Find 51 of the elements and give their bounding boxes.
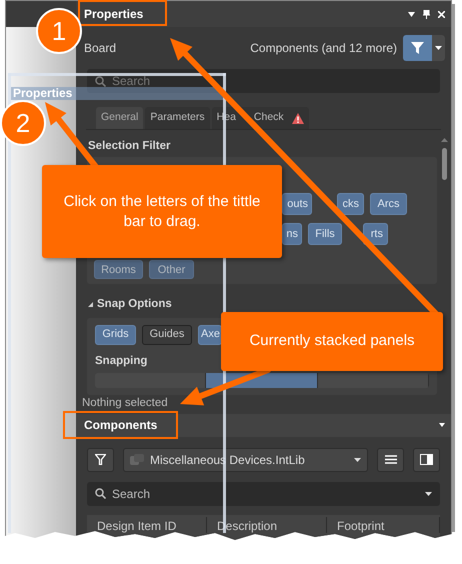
filter-toggle[interactable]: rts: [363, 223, 388, 246]
filter-icon: [95, 454, 106, 466]
pin-icon[interactable]: [423, 10, 430, 18]
filter-toggle[interactable]: ns: [282, 223, 302, 246]
section-title: Selection Filter: [88, 139, 172, 154]
panel-view-button[interactable]: [413, 448, 440, 472]
section-title: Snap Options: [97, 297, 172, 312]
filter-button[interactable]: [403, 35, 445, 61]
filter-toggle[interactable]: Axe: [198, 324, 222, 344]
filter-button[interactable]: [87, 448, 114, 472]
search-icon: [95, 488, 106, 500]
dropdown-icon: [408, 12, 415, 16]
warning-icon: [292, 112, 304, 124]
search-field[interactable]: Search: [87, 482, 440, 506]
filter-toggle[interactable]: cks: [337, 193, 364, 216]
filter-toggle[interactable]: Other: [149, 260, 194, 280]
floating-panel-title[interactable]: Properties: [13, 87, 72, 100]
collapse-icon[interactable]: [88, 302, 93, 308]
column-header[interactable]: Footprint: [327, 516, 440, 533]
caret-icon: [354, 458, 361, 462]
split-panel-icon: [420, 454, 433, 466]
panel-title: Properties: [84, 6, 144, 23]
library-icon: [130, 454, 144, 466]
filter-toggle[interactable]: Grids: [95, 324, 136, 344]
panel-subtitle: Board: [84, 40, 116, 57]
filter-toggle[interactable]: Arcs: [370, 193, 407, 216]
filter-toggle[interactable]: Rooms: [94, 260, 143, 280]
scrollbar-thumb[interactable]: [442, 148, 446, 180]
filter-toggle[interactable]: Fills: [308, 223, 342, 246]
column-header[interactable]: Design Item ID: [87, 516, 207, 533]
scroll-up-icon[interactable]: [440, 138, 448, 142]
caret-icon: [425, 492, 432, 496]
close-icon[interactable]: [438, 10, 445, 18]
tab[interactable]: General: [96, 107, 144, 129]
menu-icon: [384, 455, 396, 464]
search-icon: [95, 76, 106, 86]
filter-toggle[interactable]: Guides: [142, 324, 192, 344]
filter-toggle[interactable]: outs: [282, 193, 312, 216]
callout-tooltip: Currently stacked panels: [221, 312, 443, 371]
dropdown-icon: [439, 423, 445, 428]
filter-icon: [411, 42, 424, 54]
floating-panel-title-bar[interactable]: Properties: [11, 87, 223, 100]
list-view-button[interactable]: [377, 448, 404, 472]
tab[interactable]: Parameters: [145, 107, 210, 129]
search-field[interactable]: Search: [87, 69, 440, 93]
field-label: Snapping: [95, 354, 148, 368]
filter-summary: Components (and 12 more): [250, 40, 397, 57]
panel-title: Components: [84, 417, 158, 434]
callout-tooltip: Click on the letters of the tittle bar to drag.: [42, 165, 282, 258]
caret-icon: [435, 46, 442, 50]
status-text: Nothing selected: [82, 396, 168, 410]
